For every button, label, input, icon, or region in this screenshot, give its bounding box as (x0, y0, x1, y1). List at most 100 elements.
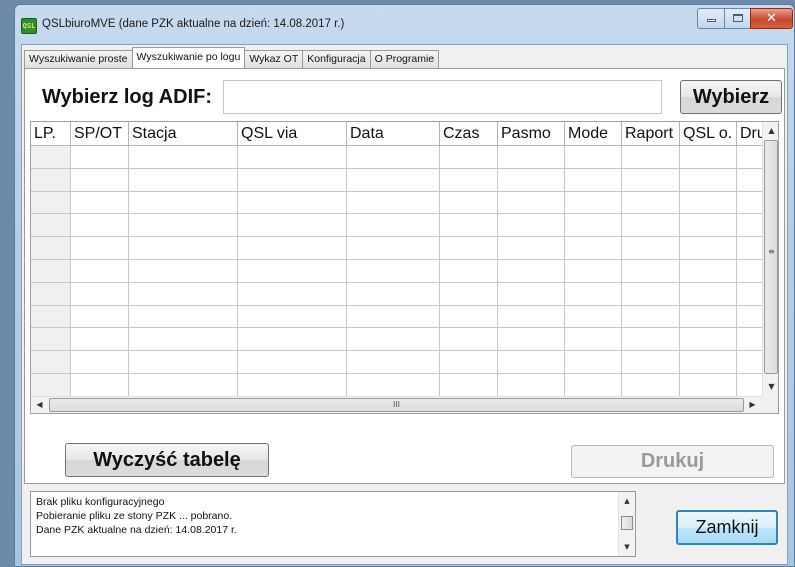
table-cell[interactable] (498, 214, 565, 238)
table-cell[interactable] (622, 191, 680, 215)
results-table[interactable]: LP. SP/OT Stacja QSL via Data Czas Pasmo Mode Ra… (30, 121, 779, 414)
table-cell[interactable] (347, 191, 440, 215)
column-header[interactable]: Data (347, 122, 440, 146)
row-header-cell[interactable] (31, 237, 71, 260)
table-row[interactable] (31, 237, 777, 260)
table-cell[interactable] (498, 282, 565, 306)
tab-ot-list[interactable]: Wykaz OT (244, 50, 304, 68)
column-header[interactable]: LP. (31, 122, 71, 146)
row-header-cell[interactable] (31, 282, 71, 306)
table-cell[interactable] (565, 237, 622, 260)
table-cell[interactable] (622, 305, 680, 329)
table-cell[interactable] (238, 191, 347, 215)
table-cell[interactable] (498, 146, 565, 169)
table-cell[interactable] (622, 168, 680, 192)
table-cell[interactable] (347, 259, 440, 283)
table-cell[interactable] (347, 214, 440, 238)
table-cell[interactable] (498, 259, 565, 283)
table-cell[interactable] (129, 351, 238, 374)
maximize-button[interactable] (724, 8, 751, 29)
table-cell[interactable] (498, 328, 565, 352)
table-row[interactable] (31, 191, 777, 215)
scroll-down-icon[interactable]: ▼ (763, 378, 778, 395)
table-cell[interactable] (565, 168, 622, 192)
table-cell[interactable] (680, 282, 737, 306)
table-cell[interactable] (622, 373, 680, 397)
table-cell[interactable] (498, 351, 565, 374)
row-header-cell[interactable] (31, 305, 71, 329)
table-cell[interactable] (680, 214, 737, 238)
row-header-cell[interactable] (31, 259, 71, 283)
close-app-button[interactable]: Zamknij (676, 510, 778, 545)
row-header-cell[interactable] (31, 351, 71, 374)
table-cell[interactable] (680, 305, 737, 329)
horizontal-scroll-thumb[interactable]: III (49, 398, 744, 412)
table-cell[interactable] (565, 351, 622, 374)
table-cell[interactable] (622, 328, 680, 352)
table-cell[interactable] (440, 305, 498, 329)
tab-configuration[interactable]: Konfiguracja (302, 50, 371, 68)
table-cell[interactable] (622, 351, 680, 374)
table-cell[interactable] (129, 373, 238, 397)
table-cell[interactable] (238, 328, 347, 352)
table-cell[interactable] (238, 351, 347, 374)
table-cell[interactable] (347, 328, 440, 352)
table-cell[interactable] (440, 373, 498, 397)
close-window-button[interactable]: ✕ (750, 8, 793, 29)
choose-adif-button[interactable]: Wybierz (680, 80, 782, 114)
table-cell[interactable] (498, 168, 565, 192)
table-cell[interactable] (129, 237, 238, 260)
tab-log-search[interactable]: Wyszukiwanie po logu (131, 47, 246, 68)
table-cell[interactable] (680, 259, 737, 283)
log-scrollbar[interactable]: ▲ ▼ (618, 492, 635, 556)
table-cell[interactable] (498, 305, 565, 329)
table-row[interactable] (31, 146, 777, 169)
row-header-cell[interactable] (31, 214, 71, 238)
table-cell[interactable] (680, 328, 737, 352)
column-header[interactable]: QSL via (238, 122, 347, 146)
table-row[interactable] (31, 282, 777, 306)
table-cell[interactable] (680, 351, 737, 374)
table-cell[interactable] (129, 191, 238, 215)
table-cell[interactable] (440, 259, 498, 283)
table-cell[interactable] (440, 214, 498, 238)
table-cell[interactable] (129, 146, 238, 169)
table-cell[interactable] (565, 259, 622, 283)
table-cell[interactable] (680, 373, 737, 397)
table-cell[interactable] (71, 259, 129, 283)
table-cell[interactable] (347, 146, 440, 169)
table-cell[interactable] (238, 282, 347, 306)
table-cell[interactable] (347, 237, 440, 260)
scroll-down-icon[interactable]: ▼ (619, 540, 635, 554)
table-cell[interactable] (440, 351, 498, 374)
table-cell[interactable] (680, 237, 737, 260)
table-cell[interactable] (565, 373, 622, 397)
table-cell[interactable] (440, 237, 498, 260)
table-cell[interactable] (238, 168, 347, 192)
column-header[interactable]: Mode (565, 122, 622, 146)
column-header[interactable]: Raport (622, 122, 680, 146)
table-cell[interactable] (71, 214, 129, 238)
table-cell[interactable] (565, 282, 622, 306)
table-cell[interactable] (129, 214, 238, 238)
table-row[interactable] (31, 328, 777, 352)
row-header-cell[interactable] (31, 146, 71, 169)
table-row[interactable] (31, 168, 777, 192)
row-header-cell[interactable] (31, 328, 71, 352)
column-header[interactable]: Czas (440, 122, 498, 146)
table-cell[interactable] (680, 146, 737, 169)
row-header-cell[interactable] (31, 191, 71, 215)
row-header-cell[interactable] (31, 168, 71, 192)
table-row[interactable] (31, 351, 777, 374)
row-header-cell[interactable] (31, 373, 71, 397)
table-cell[interactable] (440, 191, 498, 215)
table-cell[interactable] (565, 305, 622, 329)
table-cell[interactable] (622, 237, 680, 260)
table-cell[interactable] (129, 328, 238, 352)
table-cell[interactable] (129, 305, 238, 329)
table-cell[interactable] (347, 373, 440, 397)
column-header[interactable]: Stacja (129, 122, 238, 146)
scroll-left-icon[interactable]: ◀ (31, 397, 48, 413)
scroll-up-icon[interactable]: ▲ (619, 494, 635, 508)
table-cell[interactable] (71, 191, 129, 215)
